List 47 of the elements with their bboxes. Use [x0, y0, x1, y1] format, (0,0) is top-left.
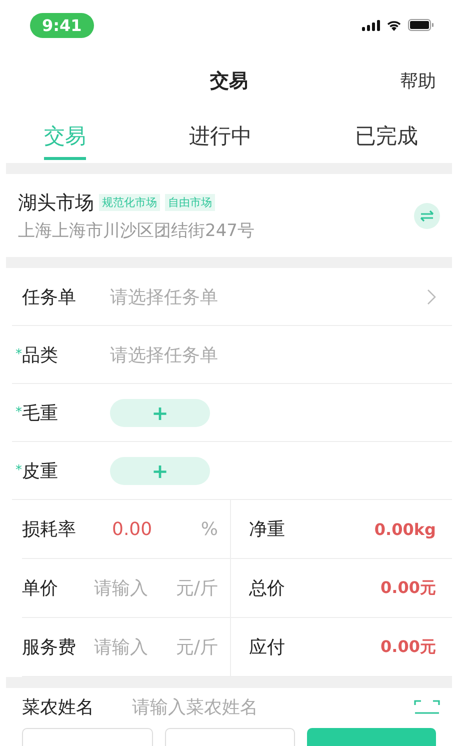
field-label: 毛重 — [22, 402, 59, 424]
unit-label: 元/斤 — [174, 636, 219, 659]
input-field[interactable]: 请输入菜农姓名 — [110, 695, 414, 719]
market-tag: 规范化市场 — [99, 194, 160, 211]
field-label: 任务单 — [22, 286, 77, 308]
computed-value: 0.00元 — [380, 636, 436, 658]
field-label: 皮重 — [22, 460, 59, 482]
field-label: 单价 — [22, 577, 59, 600]
field-label: 菜农姓名 — [22, 696, 95, 719]
field-label: 服务费 — [22, 636, 77, 659]
input-field[interactable]: 请输入 — [94, 576, 166, 600]
add-button[interactable]: + — [110, 456, 210, 484]
computed-value: 0.00kg — [374, 520, 436, 538]
swap-icon[interactable] — [414, 202, 440, 228]
tab[interactable]: 进行中 — [189, 112, 252, 160]
input-field[interactable]: 请输入 — [94, 635, 166, 659]
unit-label: % — [200, 518, 219, 540]
wifi-icon — [386, 19, 402, 31]
input-field[interactable]: 请选择任务单 — [110, 342, 436, 366]
market-address: 上海上海市川沙区团结街247号 — [18, 220, 256, 242]
outline-button[interactable] — [164, 728, 296, 746]
outline-button[interactable] — [22, 728, 153, 746]
tab[interactable]: 交易 — [44, 112, 86, 160]
status-time: 9:41 — [30, 12, 94, 38]
tab[interactable]: 已完成 — [355, 112, 418, 160]
required-mark: * — [16, 463, 22, 478]
field-label: 应付 — [249, 636, 286, 659]
select-field[interactable]: 请选择任务单 — [110, 284, 427, 308]
battery-icon — [408, 19, 434, 31]
add-button[interactable]: + — [110, 398, 210, 426]
unit-label: 元/斤 — [174, 577, 219, 600]
field-label: 品类 — [22, 344, 59, 366]
required-mark: * — [16, 405, 22, 420]
field-label: 净重 — [249, 518, 286, 541]
primary-button[interactable] — [307, 728, 436, 746]
market-tag: 自由市场 — [165, 194, 215, 211]
field-label: 损耗率 — [22, 518, 77, 541]
signal-icon — [362, 20, 380, 30]
scan-icon[interactable] — [414, 699, 440, 715]
field-label: 总价 — [249, 577, 286, 600]
market-name: 湖头市场 — [18, 190, 94, 216]
chevron-right-icon[interactable] — [427, 288, 436, 304]
computed-value: 0.00元 — [380, 578, 436, 598]
rate-value[interactable]: 0.00 — [94, 518, 166, 540]
required-mark: * — [16, 347, 22, 362]
page-title: 交易 — [210, 69, 248, 94]
help-link[interactable]: 帮助 — [400, 69, 436, 93]
